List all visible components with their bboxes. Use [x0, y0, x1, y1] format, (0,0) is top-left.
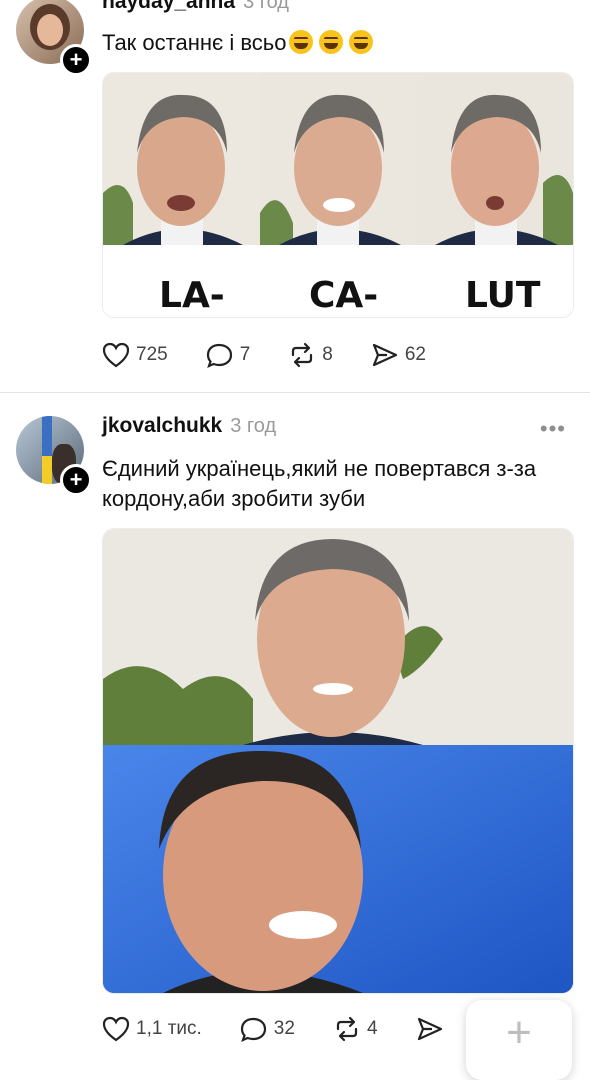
post-text-content: Так останнє і всьо [102, 30, 287, 55]
like-button[interactable]: 1,1 тис. [102, 1016, 202, 1042]
grinning-squinting-emoji-icon [318, 30, 343, 54]
post-1-avatar-wrap[interactable]: + [16, 0, 92, 76]
comment-button[interactable]: 32 [240, 1016, 295, 1042]
meme-label: LA- [159, 275, 225, 316]
more-options-icon[interactable]: ••• [540, 416, 566, 442]
post-1: + hayday_anna 3 год Так останнє і всьо L… [0, 0, 590, 392]
post-time: 3 год [243, 0, 289, 13]
share-button[interactable] [416, 1016, 450, 1042]
post-image[interactable] [102, 528, 574, 994]
meme-image [103, 529, 573, 993]
heart-icon [102, 1016, 130, 1042]
comment-count: 7 [239, 344, 251, 365]
follow-plus-icon[interactable]: + [60, 44, 92, 76]
post-actions: 1,1 тис. 32 4 [102, 1014, 488, 1044]
repost-button[interactable]: 8 [288, 342, 333, 368]
repost-count: 8 [322, 344, 333, 365]
repost-icon [336, 1016, 358, 1042]
meme-label: LUT [465, 275, 541, 316]
post-actions: 725 7 8 62 [102, 340, 464, 370]
grinning-squinting-emoji-icon [348, 30, 373, 54]
follow-plus-icon[interactable]: + [60, 464, 92, 496]
like-button[interactable]: 725 [102, 342, 168, 368]
send-icon [417, 1017, 442, 1041]
comment-button[interactable]: 7 [206, 342, 251, 368]
comment-icon [240, 1017, 266, 1042]
post-image[interactable]: LA- CA- LUT [102, 72, 574, 318]
like-count: 1,1 тис. [136, 1018, 202, 1039]
share-count: 62 [404, 344, 426, 365]
share-button[interactable]: 62 [371, 342, 426, 368]
new-post-button[interactable]: + [466, 1000, 572, 1080]
like-count: 725 [136, 344, 168, 365]
username[interactable]: hayday_anna [102, 0, 235, 14]
comment-count: 32 [273, 1018, 295, 1039]
plus-icon: + [506, 1008, 532, 1057]
heart-icon [102, 342, 130, 368]
post-header: jkovalchukk 3 год [102, 414, 276, 444]
post-2-avatar-wrap[interactable]: + [16, 416, 92, 496]
post-time: 3 год [230, 415, 277, 437]
repost-count: 4 [366, 1018, 378, 1039]
post-text: Єдиний українець,який не повертався з-за… [102, 456, 537, 511]
send-icon [372, 343, 397, 367]
post-2: + jkovalchukk 3 год ••• Єдиний українець… [0, 392, 590, 1062]
repost-icon [292, 342, 313, 368]
username[interactable]: jkovalchukk [102, 414, 222, 438]
grinning-squinting-emoji-icon [288, 30, 313, 54]
post-text: Так останнє і всьо [102, 28, 572, 58]
meme-label: CA- [309, 275, 379, 316]
post-header: hayday_anna 3 год [102, 0, 289, 20]
comment-icon [206, 343, 232, 368]
repost-button[interactable]: 4 [333, 1016, 378, 1042]
